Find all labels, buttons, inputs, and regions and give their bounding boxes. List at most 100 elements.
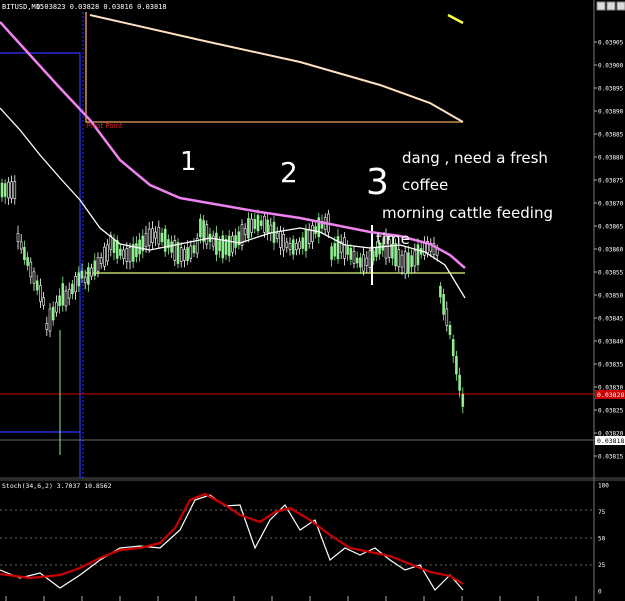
price-tick-label: 0.03875 bbox=[598, 178, 624, 185]
candle-body bbox=[307, 229, 311, 244]
annotation-text-line-2: coffee bbox=[402, 176, 448, 194]
candle-body bbox=[445, 308, 449, 326]
candle-body bbox=[282, 234, 285, 251]
price-tick-label: 0.03855 bbox=[598, 270, 624, 277]
candle-body bbox=[183, 249, 186, 261]
price-tick-label: 0.03815 bbox=[598, 454, 624, 461]
candle-body bbox=[275, 232, 279, 239]
candle-body bbox=[410, 255, 413, 268]
current-price-tag: 0.03818 bbox=[597, 437, 624, 445]
candle-body bbox=[253, 218, 257, 229]
candle-body bbox=[74, 276, 77, 293]
candle-body bbox=[176, 242, 180, 264]
price-tick-label: 0.03825 bbox=[598, 408, 624, 415]
candle-body bbox=[163, 228, 167, 252]
candle-body bbox=[359, 257, 362, 268]
candle-body bbox=[96, 257, 100, 272]
candle-body bbox=[259, 220, 263, 227]
candle-body bbox=[451, 339, 455, 357]
candle-body bbox=[173, 240, 177, 261]
candle-body bbox=[189, 245, 193, 259]
candle-body bbox=[19, 241, 23, 250]
price-tick-label: 0.03835 bbox=[598, 362, 624, 369]
candle-body bbox=[368, 250, 372, 268]
candle-body bbox=[93, 260, 97, 276]
annotation-text-line-3: morning cattle feeding bbox=[382, 204, 553, 222]
ohlc-readout: 0.03823 0.03828 0.03816 0.03818 bbox=[36, 3, 167, 11]
candle-body bbox=[48, 308, 52, 332]
candle-body bbox=[122, 249, 125, 259]
candle-body bbox=[269, 224, 273, 234]
candle-body bbox=[42, 297, 45, 306]
candle-body bbox=[23, 246, 26, 261]
close-icon[interactable] bbox=[616, 1, 625, 11]
candle-body bbox=[10, 181, 13, 199]
candle-body bbox=[211, 235, 215, 247]
candle-body bbox=[221, 235, 225, 259]
candle-body bbox=[295, 243, 298, 251]
price-tick-label: 0.03905 bbox=[598, 40, 624, 47]
candle-body bbox=[298, 241, 301, 250]
candle-body bbox=[61, 283, 65, 306]
candle-body bbox=[87, 267, 90, 285]
candle-body bbox=[352, 251, 356, 264]
annotation-text-line-4: time bbox=[376, 230, 410, 248]
candle-body bbox=[343, 237, 346, 259]
candle-body bbox=[231, 235, 234, 253]
candle-body bbox=[80, 270, 84, 279]
stoch-level-label: 25 bbox=[598, 562, 606, 569]
candle-body bbox=[311, 225, 314, 242]
candle-body bbox=[125, 248, 129, 262]
candle-body bbox=[224, 239, 228, 255]
price-chart[interactable]: 0.03905 0.03900 0.03895 0.03890 0.03885 0.038… bbox=[0, 0, 625, 601]
candle-body bbox=[83, 276, 87, 283]
candle-body bbox=[202, 220, 205, 242]
maximize-icon[interactable] bbox=[606, 1, 616, 11]
candle-body bbox=[333, 243, 337, 257]
candle-body bbox=[151, 228, 154, 243]
red-level-price-tag: 0.03828 bbox=[597, 391, 624, 399]
candle-body bbox=[336, 236, 340, 260]
candle-body bbox=[51, 306, 55, 321]
candle-body bbox=[192, 245, 196, 254]
candle-body bbox=[32, 271, 36, 284]
candle-body bbox=[77, 272, 81, 287]
candle-body bbox=[439, 285, 442, 298]
candle-body bbox=[39, 285, 42, 302]
candle-body bbox=[58, 295, 61, 307]
price-tick-label: 0.03865 bbox=[598, 224, 624, 231]
price-tick-label: 0.03850 bbox=[598, 293, 624, 300]
candle-body bbox=[205, 224, 209, 245]
annotation-number-1: 1 bbox=[180, 147, 197, 177]
candle-body bbox=[416, 244, 420, 266]
candle-body bbox=[400, 254, 404, 268]
stoch-level-label: 75 bbox=[598, 509, 606, 516]
candle-body bbox=[458, 374, 461, 391]
candle-body bbox=[119, 248, 122, 256]
candle-body bbox=[0, 182, 4, 198]
candle-body bbox=[330, 246, 333, 260]
candle-body bbox=[314, 226, 317, 234]
candle-body bbox=[371, 250, 375, 262]
candle-body bbox=[279, 230, 282, 248]
candle-body bbox=[179, 247, 183, 262]
candle-body bbox=[64, 290, 68, 307]
candle-body bbox=[413, 250, 417, 267]
candle-body bbox=[243, 228, 247, 235]
pivot-point-label: Pivot Point bbox=[86, 122, 123, 130]
price-tick-label: 0.03885 bbox=[598, 132, 624, 139]
candle-body bbox=[247, 218, 250, 239]
candle-body bbox=[147, 228, 151, 247]
candle-body bbox=[128, 246, 132, 263]
candle-body bbox=[288, 243, 292, 250]
candle-body bbox=[112, 239, 116, 253]
candle-body bbox=[103, 246, 106, 267]
price-tick-label: 0.03900 bbox=[598, 63, 624, 70]
minimize-icon[interactable] bbox=[596, 1, 606, 11]
candle-body bbox=[291, 239, 295, 255]
candle-body bbox=[186, 247, 189, 262]
price-tick-label: 0.03840 bbox=[598, 339, 624, 346]
candle-body bbox=[138, 239, 141, 255]
candle-body bbox=[67, 288, 71, 299]
candle-body bbox=[362, 254, 365, 272]
